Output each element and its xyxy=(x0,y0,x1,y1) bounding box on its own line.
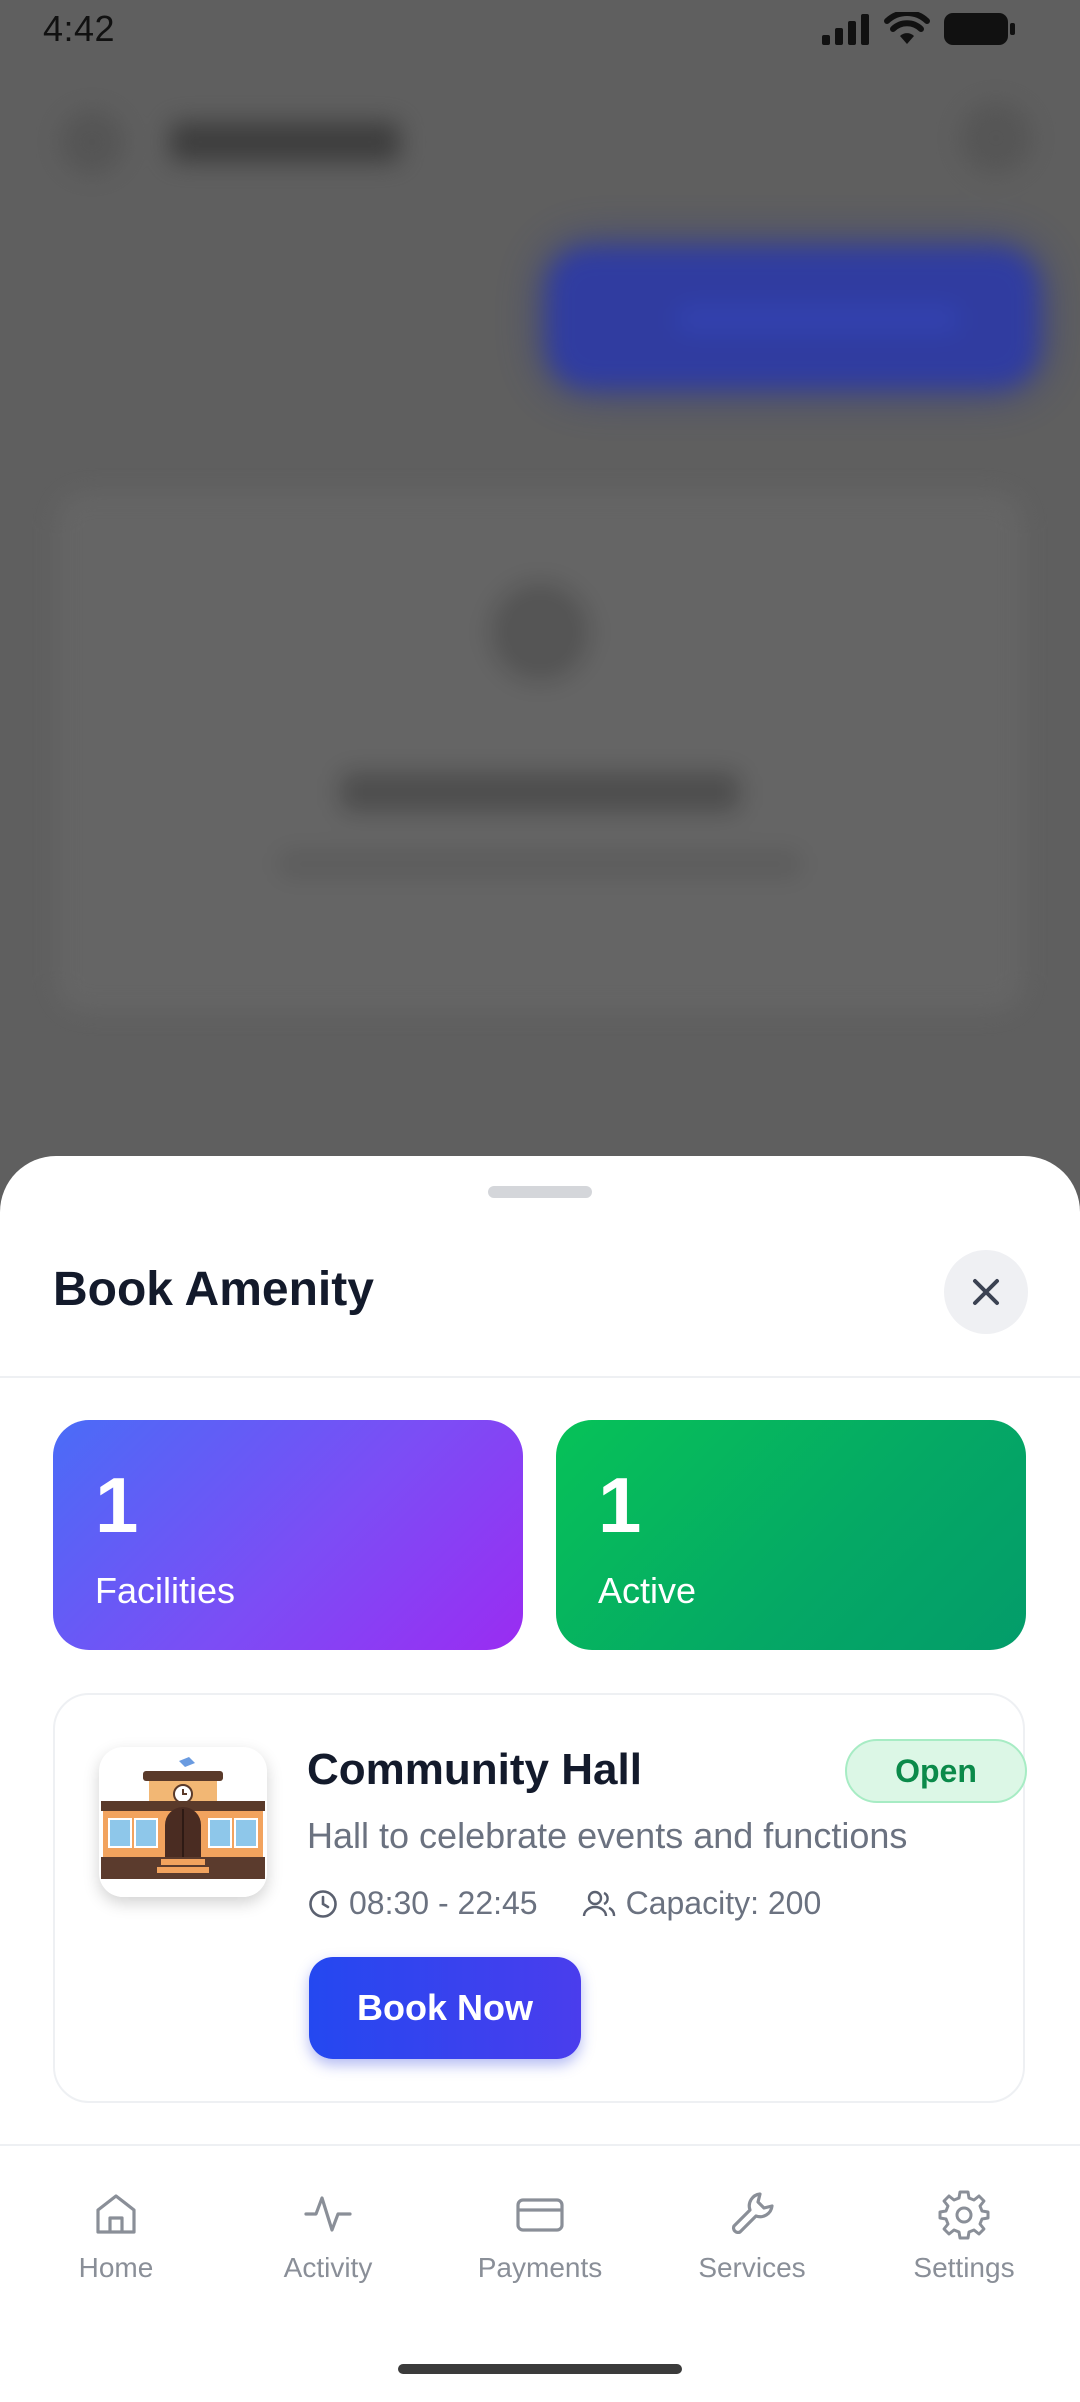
nav-label-services: Services xyxy=(698,2252,806,2283)
nav-item-services[interactable]: Services xyxy=(652,2188,852,2284)
opening-hours: 08:30 - 22:45 xyxy=(349,1885,538,1921)
background-card-icon xyxy=(490,582,590,682)
nav-item-settings[interactable]: Settings xyxy=(864,2188,1064,2284)
sheet-title: Book Amenity xyxy=(53,1263,374,1316)
close-button[interactable] xyxy=(944,1250,1028,1334)
nav-label-home: Home xyxy=(78,2252,154,2283)
active-label: Active xyxy=(598,1570,697,1611)
background-app-screen xyxy=(0,62,1080,1172)
nav-item-payments[interactable]: Payments xyxy=(440,2188,640,2284)
amenity-card[interactable]: Community Hall Open Hall to celebrate ev… xyxy=(53,1693,1027,2103)
bottom-navigation: Home Activity Payments Services Settings xyxy=(0,2144,1080,2402)
active-count: 1 xyxy=(598,1461,642,1549)
background-card-title xyxy=(340,772,740,812)
facilities-count: 1 xyxy=(95,1461,139,1549)
background-primary-button xyxy=(548,248,1038,388)
nav-label-settings: Settings xyxy=(913,2252,1015,2283)
book-now-button[interactable]: Book Now xyxy=(309,1957,581,2059)
facilities-label: Facilities xyxy=(95,1570,236,1611)
nav-label-activity: Activity xyxy=(283,2252,373,2283)
amenity-description: Hall to celebrate events and functions xyxy=(307,1815,908,1856)
home-indicator[interactable] xyxy=(398,2364,682,2374)
background-card-subtitle xyxy=(280,852,800,876)
sheet-divider xyxy=(0,1376,1080,1378)
gear-icon xyxy=(938,2190,990,2240)
battery-icon xyxy=(944,13,1015,45)
status-time: 4:42 xyxy=(43,8,116,49)
building-icon xyxy=(99,1757,267,1897)
status-icons xyxy=(822,12,1016,46)
activity-icon xyxy=(304,2196,352,2232)
hours-info: 08:30 - 22:45 xyxy=(307,1885,538,1922)
background-card xyxy=(56,492,1024,1012)
capacity: Capacity: 200 xyxy=(625,1885,822,1921)
close-icon xyxy=(973,1279,999,1305)
users-icon xyxy=(582,1890,615,1916)
nav-label-payments: Payments xyxy=(477,2252,603,2283)
background-user-name xyxy=(170,122,400,162)
amenity-name: Community Hall xyxy=(307,1745,642,1794)
facilities-stat-card: 1 Facilities xyxy=(53,1420,523,1650)
wifi-icon xyxy=(884,12,930,44)
capacity-info: Capacity: 200 xyxy=(582,1885,822,1922)
background-avatar xyxy=(60,110,124,174)
nav-item-home[interactable]: Home xyxy=(16,2188,216,2284)
background-notification-button xyxy=(960,102,1032,174)
nav-item-activity[interactable]: Activity xyxy=(228,2188,428,2284)
credit-card-icon xyxy=(516,2198,564,2232)
active-stat-card: 1 Active xyxy=(556,1420,1026,1650)
home-icon xyxy=(96,2194,136,2234)
status-bar: 4:42 xyxy=(0,0,1080,62)
amenity-meta: 08:30 - 22:45 Capacity: 200 xyxy=(307,1885,821,1922)
status-badge: Open xyxy=(845,1739,1027,1803)
cellular-signal-icon xyxy=(822,14,869,45)
sheet-drag-handle[interactable] xyxy=(488,1186,592,1198)
clock-icon xyxy=(309,1889,337,1918)
community-hall-image xyxy=(99,1747,267,1897)
wrench-icon xyxy=(731,2192,774,2235)
